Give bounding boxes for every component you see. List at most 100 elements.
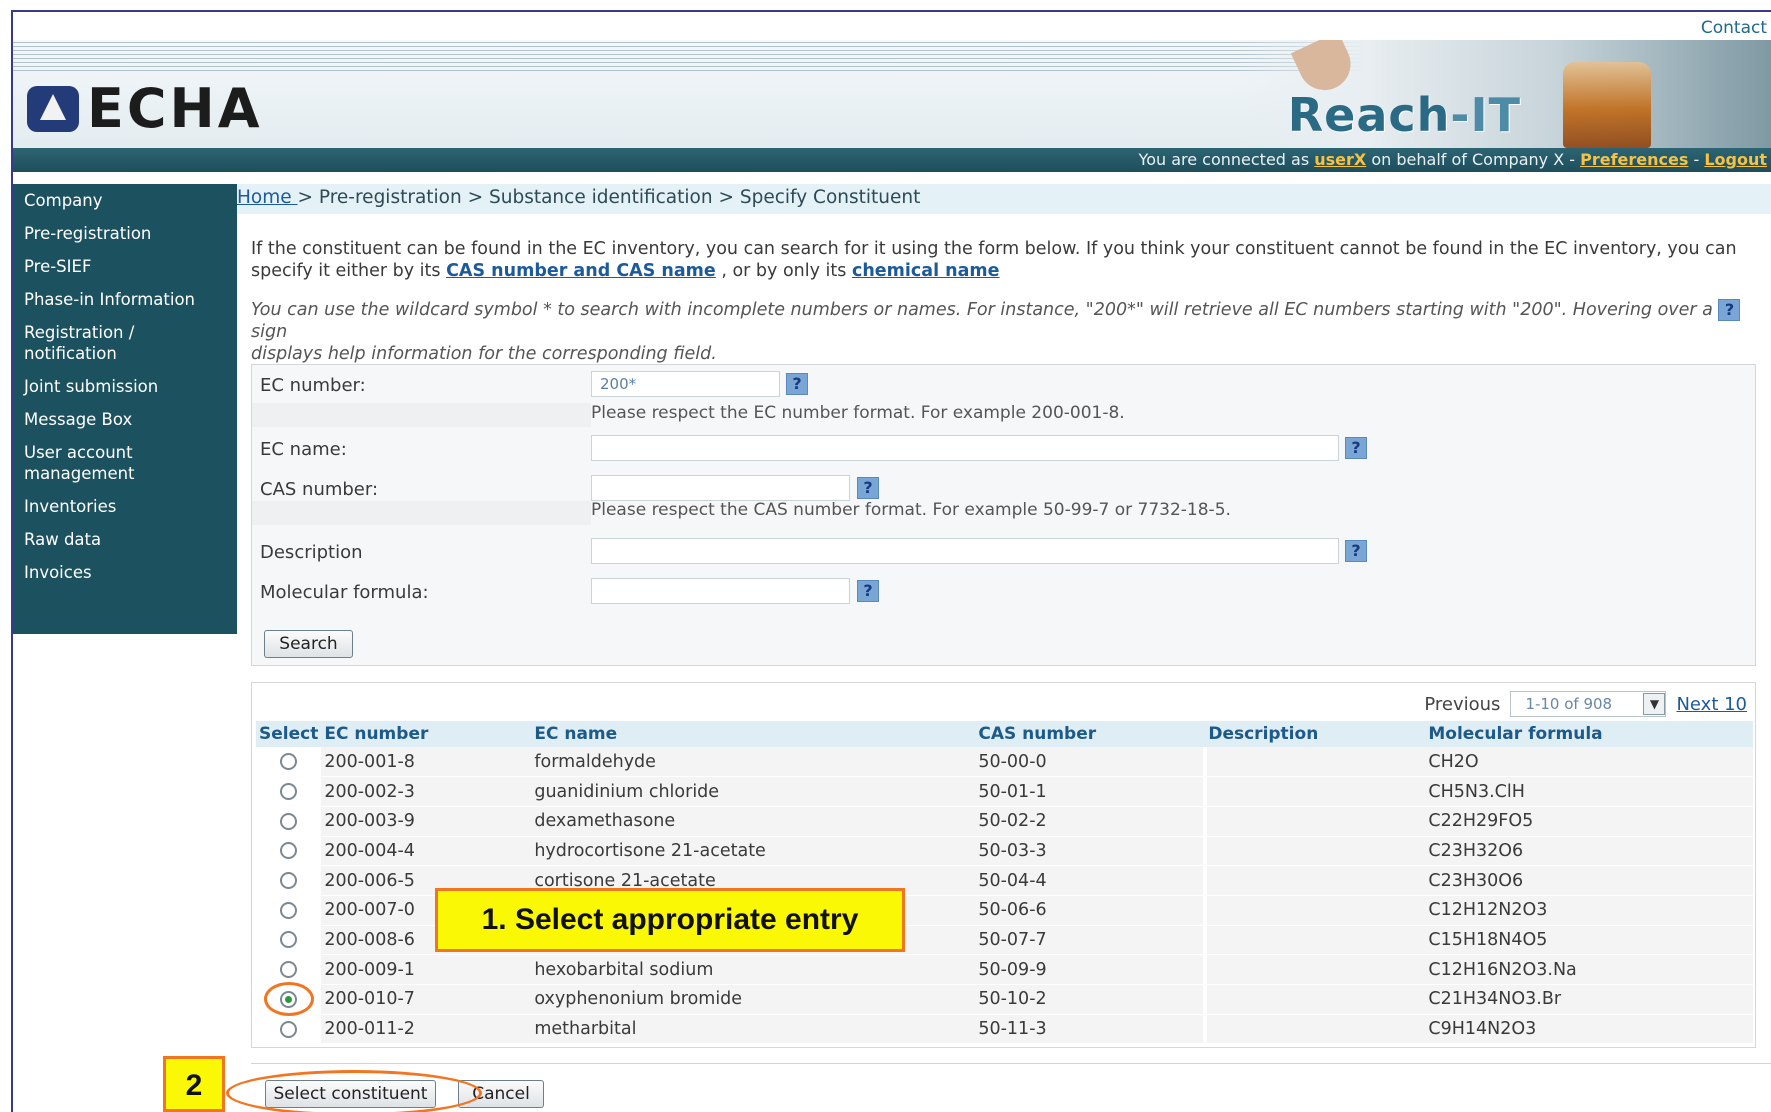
search-form: EC number: ? Please respect the EC numbe…: [251, 364, 1756, 666]
preferences-link[interactable]: Preferences: [1580, 150, 1688, 169]
table-row: 200-010-7 oxyphenonium bromide 50-10-2 C…: [256, 984, 1753, 1015]
sidebar-item-phase-in-information[interactable]: Phase-in Information: [18, 289, 201, 310]
hint-line-2: displays help information for the corres…: [251, 344, 717, 364]
pagination: Previous 1-10 of 908 ▼ Next 10: [1424, 691, 1747, 717]
description-cell: [1203, 1014, 1426, 1045]
table-row: 200-004-4 hydrocortisone 21-acetate 50-0…: [256, 836, 1753, 867]
cas-number-format-note: Please respect the CAS number format. Fo…: [591, 500, 1231, 520]
echa-logo[interactable]: ECHA: [27, 77, 263, 140]
ec-name-help-icon[interactable]: ?: [1345, 437, 1367, 459]
row-radio-button[interactable]: [280, 901, 298, 919]
ec-name-cell: guanidinium chloride: [531, 776, 976, 807]
ec-number-cell: 200-002-3: [321, 776, 532, 807]
flask-illustration-icon: [1563, 62, 1651, 148]
row-radio-button[interactable]: [280, 812, 298, 830]
sidebar-item-user-account[interactable]: User account: [18, 442, 139, 463]
hint-line-1b: sign: [251, 322, 288, 342]
search-button[interactable]: Search: [264, 630, 353, 658]
sidebar-item-inventories[interactable]: Inventories: [18, 496, 122, 517]
description-cell: [1203, 836, 1426, 867]
ec-name-cell: metharbital: [531, 1014, 976, 1045]
connection-separator: -: [1688, 150, 1705, 169]
select-cell: [256, 747, 322, 778]
description-input[interactable]: [591, 538, 1339, 564]
ec-name-input[interactable]: [591, 435, 1339, 461]
chemical-name-link[interactable]: chemical name: [852, 261, 1000, 281]
column-header-cas-number[interactable]: CAS number: [975, 721, 1206, 747]
cas-number-input[interactable]: [591, 475, 850, 501]
row-radio-button[interactable]: [280, 753, 298, 771]
help-icon: ?: [1718, 299, 1741, 321]
molecular-formula-help-icon[interactable]: ?: [857, 580, 879, 602]
sidebar-item-company[interactable]: Company: [18, 190, 109, 211]
select-cell: [256, 895, 322, 926]
divider: [251, 1063, 1771, 1064]
results-panel: Previous 1-10 of 908 ▼ Next 10 Select EC…: [251, 682, 1756, 1048]
formula-cell: C9H14N2O3: [1425, 1014, 1753, 1045]
cas-number-cell: 50-03-3: [975, 836, 1206, 867]
page-range-select[interactable]: 1-10 of 908 ▼: [1510, 691, 1667, 717]
ec-name-cell: hydrocortisone 21-acetate: [531, 836, 976, 867]
results-header-row: Select EC number EC name CAS number Desc…: [256, 721, 1753, 747]
ec-number-cell: 200-009-1: [321, 954, 532, 985]
sidebar-item-registration-line2[interactable]: notification: [18, 343, 123, 364]
description-help-icon[interactable]: ?: [1345, 540, 1367, 562]
select-cell: [256, 1014, 322, 1045]
row-radio-button[interactable]: [280, 872, 298, 890]
breadcrumb-home[interactable]: Home: [237, 187, 298, 208]
sidebar-item-pre-registration[interactable]: Pre-registration: [18, 223, 157, 244]
sidebar-item-registration[interactable]: Registration /: [18, 322, 140, 343]
sidebar-item-invoices[interactable]: Invoices: [18, 562, 98, 583]
sidebar-item-message-box[interactable]: Message Box: [18, 409, 138, 430]
molecular-formula-input[interactable]: [591, 578, 850, 604]
molecular-formula-label: Molecular formula:: [260, 582, 429, 603]
ec-number-cell: 200-011-2: [321, 1014, 532, 1045]
select-cell: [256, 836, 322, 867]
table-row: 200-001-8 formaldehyde 50-00-0 CH2O: [256, 747, 1753, 778]
formula-cell: CH2O: [1425, 747, 1753, 778]
cas-number-cell: 50-06-6: [975, 895, 1206, 926]
column-header-ec-name[interactable]: EC name: [531, 721, 976, 747]
connection-middle: on behalf of Company X -: [1366, 150, 1581, 169]
user-link[interactable]: userX: [1314, 150, 1366, 169]
row-radio-button[interactable]: [280, 961, 298, 979]
row-radio-button[interactable]: [280, 1020, 298, 1038]
logout-link[interactable]: Logout: [1704, 150, 1767, 169]
description-cell: [1203, 925, 1426, 956]
cas-number-and-name-link[interactable]: CAS number and CAS name: [446, 261, 716, 281]
column-header-ec-number[interactable]: EC number: [321, 721, 532, 747]
formula-cell: C12H16N2O3.Na: [1425, 954, 1753, 985]
cas-number-cell: 50-10-2: [975, 984, 1206, 1015]
intro-line-2: specify it either by its CAS number and …: [251, 260, 1761, 282]
ec-number-input[interactable]: [591, 371, 780, 397]
row-radio-button[interactable]: [280, 931, 298, 949]
description-cell: [1203, 865, 1426, 896]
ec-number-help-icon[interactable]: ?: [786, 373, 808, 395]
column-header-molecular-formula[interactable]: Molecular formula: [1425, 721, 1753, 747]
contact-link[interactable]: Contact: [1701, 18, 1767, 38]
formula-cell: CH5N3.ClH: [1425, 776, 1753, 807]
column-header-description[interactable]: Description: [1205, 721, 1426, 747]
sidebar-item-pre-sief[interactable]: Pre-SIEF: [18, 256, 97, 277]
page-range-value: 1-10 of 908: [1525, 695, 1613, 713]
sidebar-item-raw-data[interactable]: Raw data: [18, 529, 107, 550]
chevron-down-icon[interactable]: ▼: [1643, 693, 1666, 715]
ec-number-cell: 200-010-7: [321, 984, 532, 1015]
row-radio-button[interactable]: [280, 842, 298, 860]
sidebar-item-joint-submission[interactable]: Joint submission: [18, 376, 164, 397]
description-cell: [1203, 747, 1426, 778]
ec-number-format-note: Please respect the EC number format. For…: [591, 403, 1125, 423]
app-title-main: Reach: [1287, 88, 1451, 142]
description-cell: [1203, 984, 1426, 1015]
cas-number-cell: 50-00-0: [975, 747, 1206, 778]
connection-prefix: You are connected as: [1138, 150, 1315, 169]
next-page-link[interactable]: Next 10: [1676, 694, 1747, 715]
highlight-ring-button: [226, 1070, 482, 1112]
select-cell: [256, 776, 322, 807]
description-cell: [1203, 776, 1426, 807]
row-radio-button[interactable]: [280, 783, 298, 801]
ec-number-label: EC number:: [260, 375, 366, 396]
cas-number-help-icon[interactable]: ?: [857, 477, 879, 499]
cas-number-cell: 50-07-7: [975, 925, 1206, 956]
sidebar-item-user-account-line2[interactable]: management: [18, 463, 141, 484]
